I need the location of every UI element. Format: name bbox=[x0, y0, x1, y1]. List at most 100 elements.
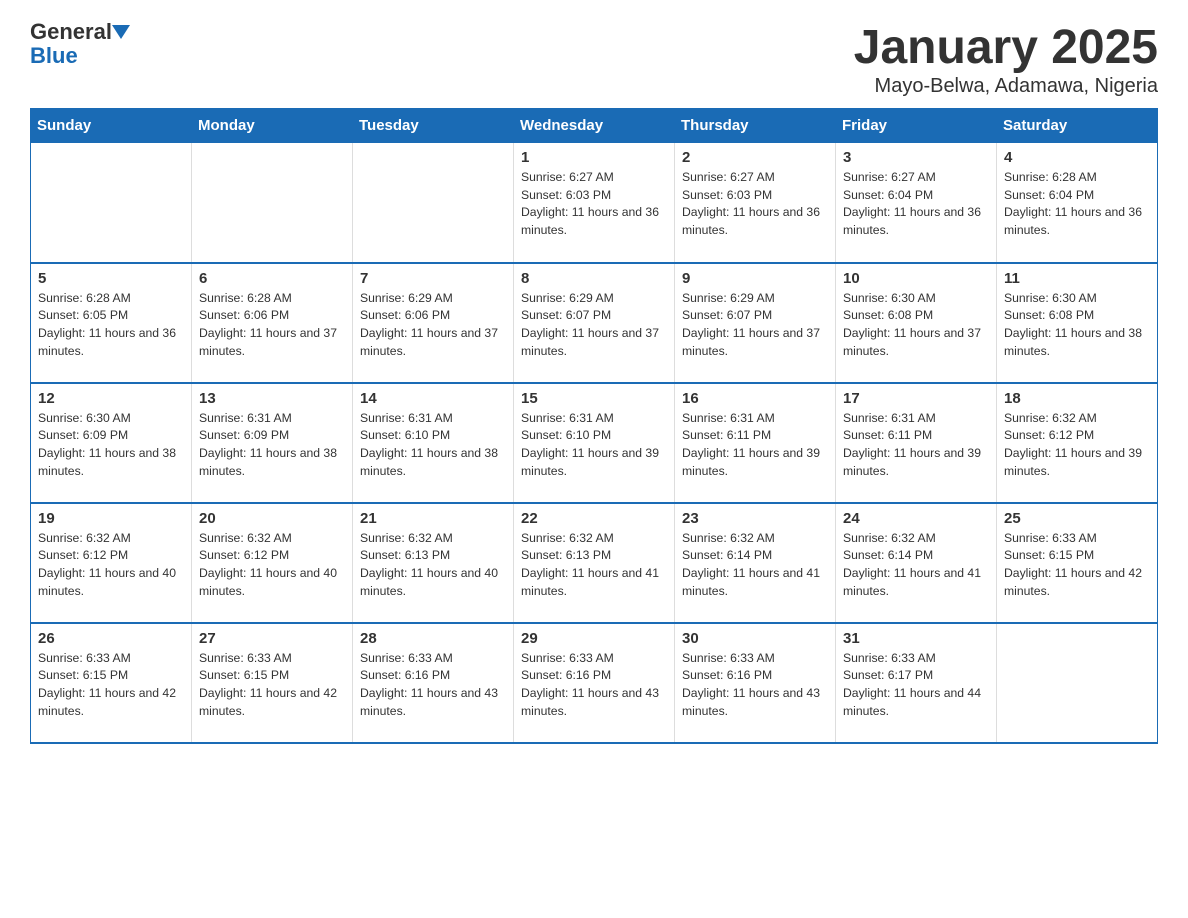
day-info: Sunrise: 6:30 AM Sunset: 6:09 PM Dayligh… bbox=[38, 410, 184, 481]
day-info: Sunrise: 6:28 AM Sunset: 6:05 PM Dayligh… bbox=[38, 290, 184, 361]
day-cell bbox=[997, 623, 1158, 743]
day-number: 21 bbox=[360, 510, 506, 527]
day-info: Sunrise: 6:32 AM Sunset: 6:12 PM Dayligh… bbox=[199, 530, 345, 601]
page-header: General Blue January 2025 Mayo-Belwa, Ad… bbox=[30, 20, 1158, 98]
day-cell: 12 Sunrise: 6:30 AM Sunset: 6:09 PM Dayli… bbox=[31, 383, 192, 503]
day-cell bbox=[353, 143, 514, 263]
day-cell: 6Sunrise: 6:28 AM Sunset: 6:06 PM Daylig… bbox=[192, 263, 353, 383]
day-number: 2 bbox=[682, 149, 828, 166]
header-day-monday: Monday bbox=[192, 109, 353, 143]
day-info: Sunrise: 6:27 AM Sunset: 6:04 PM Dayligh… bbox=[843, 169, 989, 240]
logo-blue: Blue bbox=[30, 44, 78, 68]
day-cell: 19 Sunrise: 6:32 AM Sunset: 6:12 PM Dayli… bbox=[31, 503, 192, 623]
week-row-3: 19 Sunrise: 6:32 AM Sunset: 6:12 PM Dayli… bbox=[31, 503, 1158, 623]
day-number: 13 bbox=[199, 390, 345, 407]
day-number: 4 bbox=[1004, 149, 1150, 166]
day-info: Sunrise: 6:31 AM Sunset: 6:11 PM Dayligh… bbox=[682, 410, 828, 481]
day-info: Sunrise: 6:32 AM Sunset: 6:13 PM Dayligh… bbox=[521, 530, 667, 601]
day-info: Sunrise: 6:28 AM Sunset: 6:04 PM Dayligh… bbox=[1004, 169, 1150, 240]
page-subtitle: Mayo-Belwa, Adamawa, Nigeria bbox=[854, 75, 1158, 98]
day-number: 3 bbox=[843, 149, 989, 166]
day-cell: 14Sunrise: 6:31 AM Sunset: 6:10 PM Dayli… bbox=[353, 383, 514, 503]
day-cell: 1Sunrise: 6:27 AM Sunset: 6:03 PM Daylig… bbox=[514, 143, 675, 263]
day-number: 1 bbox=[521, 149, 667, 166]
day-info: Sunrise: 6:33 AM Sunset: 6:15 PM Dayligh… bbox=[199, 650, 345, 721]
day-number: 16 bbox=[682, 390, 828, 407]
day-cell: 21Sunrise: 6:32 AM Sunset: 6:13 PM Dayli… bbox=[353, 503, 514, 623]
day-cell: 29 Sunrise: 6:33 AM Sunset: 6:16 PM Dayli… bbox=[514, 623, 675, 743]
logo-triangle bbox=[112, 20, 130, 44]
day-info: Sunrise: 6:32 AM Sunset: 6:14 PM Dayligh… bbox=[843, 530, 989, 601]
day-info: Sunrise: 6:29 AM Sunset: 6:07 PM Dayligh… bbox=[521, 290, 667, 361]
day-number: 7 bbox=[360, 270, 506, 287]
header-day-thursday: Thursday bbox=[675, 109, 836, 143]
header-row: SundayMondayTuesdayWednesdayThursdayFrid… bbox=[31, 109, 1158, 143]
calendar-header: SundayMondayTuesdayWednesdayThursdayFrid… bbox=[31, 109, 1158, 143]
day-cell: 13 Sunrise: 6:31 AM Sunset: 6:09 PM Dayli… bbox=[192, 383, 353, 503]
day-info: Sunrise: 6:29 AM Sunset: 6:06 PM Dayligh… bbox=[360, 290, 506, 361]
logo-general: General bbox=[30, 20, 112, 44]
logo: General Blue bbox=[30, 20, 130, 68]
day-cell bbox=[192, 143, 353, 263]
calendar-table: SundayMondayTuesdayWednesdayThursdayFrid… bbox=[30, 108, 1158, 744]
day-cell: 31 Sunrise: 6:33 AM Sunset: 6:17 PM Dayli… bbox=[836, 623, 997, 743]
day-info: Sunrise: 6:32 AM Sunset: 6:14 PM Dayligh… bbox=[682, 530, 828, 601]
day-cell: 9Sunrise: 6:29 AM Sunset: 6:07 PM Daylig… bbox=[675, 263, 836, 383]
day-cell: 30 Sunrise: 6:33 AM Sunset: 6:16 PM Dayli… bbox=[675, 623, 836, 743]
day-number: 15 bbox=[521, 390, 667, 407]
day-cell: 7 Sunrise: 6:29 AM Sunset: 6:06 PM Daylig… bbox=[353, 263, 514, 383]
day-info: Sunrise: 6:31 AM Sunset: 6:09 PM Dayligh… bbox=[199, 410, 345, 481]
day-info: Sunrise: 6:33 AM Sunset: 6:15 PM Dayligh… bbox=[1004, 530, 1150, 601]
week-row-0: 1 Sunrise: 6:27 AM Sunset: 6:03 PM Daylig… bbox=[31, 143, 1158, 263]
day-info: Sunrise: 6:33 AM Sunset: 6:17 PM Dayligh… bbox=[843, 650, 989, 721]
day-info: Sunrise: 6:31 AM Sunset: 6:10 PM Dayligh… bbox=[360, 410, 506, 481]
day-cell: 15 Sunrise: 6:31 AM Sunset: 6:10 PM Dayli… bbox=[514, 383, 675, 503]
day-cell: 10Sunrise: 6:30 AM Sunset: 6:08 PM Dayli… bbox=[836, 263, 997, 383]
header-day-wednesday: Wednesday bbox=[514, 109, 675, 143]
day-info: Sunrise: 6:33 AM Sunset: 6:16 PM Dayligh… bbox=[360, 650, 506, 721]
day-info: Sunrise: 6:29 AM Sunset: 6:07 PM Dayligh… bbox=[682, 290, 828, 361]
day-cell: 11Sunrise: 6:30 AM Sunset: 6:08 PM Dayli… bbox=[997, 263, 1158, 383]
day-cell: 5 Sunrise: 6:28 AM Sunset: 6:05 PM Daylig… bbox=[31, 263, 192, 383]
day-cell: 28Sunrise: 6:33 AM Sunset: 6:16 PM Dayli… bbox=[353, 623, 514, 743]
day-info: Sunrise: 6:33 AM Sunset: 6:15 PM Dayligh… bbox=[38, 650, 184, 721]
day-number: 19 bbox=[38, 510, 184, 527]
day-number: 30 bbox=[682, 630, 828, 647]
day-number: 17 bbox=[843, 390, 989, 407]
day-number: 10 bbox=[843, 270, 989, 287]
header-day-tuesday: Tuesday bbox=[353, 109, 514, 143]
day-info: Sunrise: 6:33 AM Sunset: 6:16 PM Dayligh… bbox=[521, 650, 667, 721]
day-cell: 4 Sunrise: 6:28 AM Sunset: 6:04 PM Daylig… bbox=[997, 143, 1158, 263]
day-cell: 17Sunrise: 6:31 AM Sunset: 6:11 PM Dayli… bbox=[836, 383, 997, 503]
day-info: Sunrise: 6:31 AM Sunset: 6:10 PM Dayligh… bbox=[521, 410, 667, 481]
day-cell: 18Sunrise: 6:32 AM Sunset: 6:12 PM Dayli… bbox=[997, 383, 1158, 503]
day-cell: 25 Sunrise: 6:33 AM Sunset: 6:15 PM Dayli… bbox=[997, 503, 1158, 623]
day-number: 5 bbox=[38, 270, 184, 287]
day-cell: 23Sunrise: 6:32 AM Sunset: 6:14 PM Dayli… bbox=[675, 503, 836, 623]
day-number: 27 bbox=[199, 630, 345, 647]
day-number: 12 bbox=[38, 390, 184, 407]
day-number: 25 bbox=[1004, 510, 1150, 527]
day-info: Sunrise: 6:30 AM Sunset: 6:08 PM Dayligh… bbox=[1004, 290, 1150, 361]
header-day-friday: Friday bbox=[836, 109, 997, 143]
day-cell bbox=[31, 143, 192, 263]
header-day-saturday: Saturday bbox=[997, 109, 1158, 143]
day-info: Sunrise: 6:33 AM Sunset: 6:16 PM Dayligh… bbox=[682, 650, 828, 721]
header-day-sunday: Sunday bbox=[31, 109, 192, 143]
day-cell: 3 Sunrise: 6:27 AM Sunset: 6:04 PM Daylig… bbox=[836, 143, 997, 263]
calendar-body: 1 Sunrise: 6:27 AM Sunset: 6:03 PM Daylig… bbox=[31, 143, 1158, 743]
day-number: 8 bbox=[521, 270, 667, 287]
day-number: 29 bbox=[521, 630, 667, 647]
day-info: Sunrise: 6:27 AM Sunset: 6:03 PM Dayligh… bbox=[682, 169, 828, 240]
day-cell: 27 Sunrise: 6:33 AM Sunset: 6:15 PM Dayli… bbox=[192, 623, 353, 743]
day-number: 24 bbox=[843, 510, 989, 527]
week-row-1: 5 Sunrise: 6:28 AM Sunset: 6:05 PM Daylig… bbox=[31, 263, 1158, 383]
day-number: 6 bbox=[199, 270, 345, 287]
day-info: Sunrise: 6:32 AM Sunset: 6:12 PM Dayligh… bbox=[1004, 410, 1150, 481]
day-number: 31 bbox=[843, 630, 989, 647]
day-cell: 22Sunrise: 6:32 AM Sunset: 6:13 PM Dayli… bbox=[514, 503, 675, 623]
day-info: Sunrise: 6:32 AM Sunset: 6:12 PM Dayligh… bbox=[38, 530, 184, 601]
day-cell: 2 Sunrise: 6:27 AM Sunset: 6:03 PM Daylig… bbox=[675, 143, 836, 263]
page-title: January 2025 bbox=[854, 20, 1158, 75]
day-cell: 8 Sunrise: 6:29 AM Sunset: 6:07 PM Daylig… bbox=[514, 263, 675, 383]
